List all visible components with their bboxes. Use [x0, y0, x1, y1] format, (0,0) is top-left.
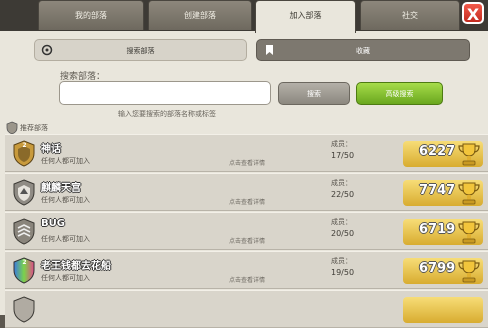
clan-detail-hint: 点击查看详情	[229, 277, 266, 284]
clan-detail-hint: 点击查看详情	[229, 160, 266, 167]
clan-name: BUG	[41, 218, 65, 229]
clan-row[interactable]: BUG 任何人都可加入 点击查看详情 成员： 20/50 6719	[5, 212, 488, 250]
clan-trophies: 7747	[403, 180, 483, 206]
trophy-count: 7747	[419, 183, 456, 198]
clan-level: 2	[22, 142, 27, 149]
clan-trophies: 6227	[403, 141, 483, 167]
clan-name: 老王钱都去花船	[41, 261, 111, 272]
trophy-icon	[458, 221, 480, 244]
clan-name: 麒麟天宫	[41, 183, 81, 194]
recommended-clans-label: 推荐部落	[20, 124, 48, 132]
bookmarks-toggle-label: 收藏	[356, 47, 370, 55]
tab-create-clan[interactable]: 创建部落	[148, 0, 252, 30]
clan-trophies: 6799	[403, 258, 483, 284]
clan-join-type: 任何人都可加入	[41, 157, 90, 165]
tab-my-clan[interactable]: 我的部落	[38, 0, 144, 30]
members-label: 成员：	[331, 140, 352, 148]
clan-row[interactable]: 麒麟天宫 任何人都可加入 点击查看详情 成员： 22/50 7747	[5, 173, 488, 211]
clan-trophies: 6719	[403, 219, 483, 245]
members-count: 19/50	[331, 268, 355, 277]
bookmark-icon	[266, 45, 273, 55]
clan-join-type: 任何人都可加入	[41, 196, 90, 204]
clan-level	[20, 180, 29, 189]
search-icon	[41, 44, 53, 56]
clan-row[interactable]: 2 神话 任何人都可加入 点击查看详情 成员： 17/50 6227	[5, 134, 488, 172]
clan-row[interactable]: 2 老王钱都去花船 任何人都可加入 点击查看详情 成员： 19/50 6799	[5, 251, 488, 289]
search-button[interactable]: 搜索	[278, 82, 350, 105]
trophy-icon	[458, 182, 480, 205]
trophy-count: 6719	[419, 222, 456, 237]
clan-level: 2	[22, 259, 27, 266]
members-label: 成员：	[331, 218, 352, 226]
search-hint: 输入您要搜索的部落名称或标签	[118, 110, 216, 118]
members-count: 17/50	[331, 151, 355, 160]
clan-search-input[interactable]	[59, 81, 271, 105]
trophy-count: 6799	[419, 261, 456, 276]
trophy-icon	[458, 260, 480, 283]
search-clans-toggle[interactable]: 搜索部落	[34, 39, 247, 61]
clan-badge-icon	[13, 296, 35, 323]
clan-detail-hint: 点击查看详情	[229, 199, 266, 206]
clan-row[interactable]	[5, 290, 488, 328]
clan-trophies	[403, 297, 483, 323]
members-label: 成员：	[331, 179, 352, 187]
clan-detail-hint: 点击查看详情	[229, 238, 266, 245]
search-clans-toggle-label: 搜索部落	[126, 47, 155, 55]
tab-join-clan[interactable]: 加入部落	[255, 0, 356, 33]
shield-icon	[6, 121, 18, 135]
members-count: 20/50	[331, 229, 355, 238]
join-clan-panel: 搜索部落 收藏 搜索部落： 搜索 高级搜索 输入您要搜索的部落名称或标签 推荐部…	[0, 31, 488, 328]
clan-join-type: 任何人都可加入	[41, 274, 90, 282]
tab-bar: 我的部落 创建部落 加入部落 社交 X	[0, 0, 488, 33]
clan-name: 神话	[41, 144, 61, 155]
close-button[interactable]: X	[462, 2, 484, 24]
tab-social[interactable]: 社交	[360, 0, 460, 30]
bookmarks-toggle[interactable]: 收藏	[256, 39, 470, 61]
clan-join-type: 任何人都可加入	[41, 235, 90, 243]
members-label: 成员：	[331, 257, 352, 265]
trophy-count: 6227	[419, 144, 456, 159]
trophy-icon	[458, 143, 480, 166]
clan-level	[20, 219, 29, 228]
advanced-search-button[interactable]: 高级搜索	[356, 82, 443, 105]
members-count: 22/50	[331, 190, 355, 199]
